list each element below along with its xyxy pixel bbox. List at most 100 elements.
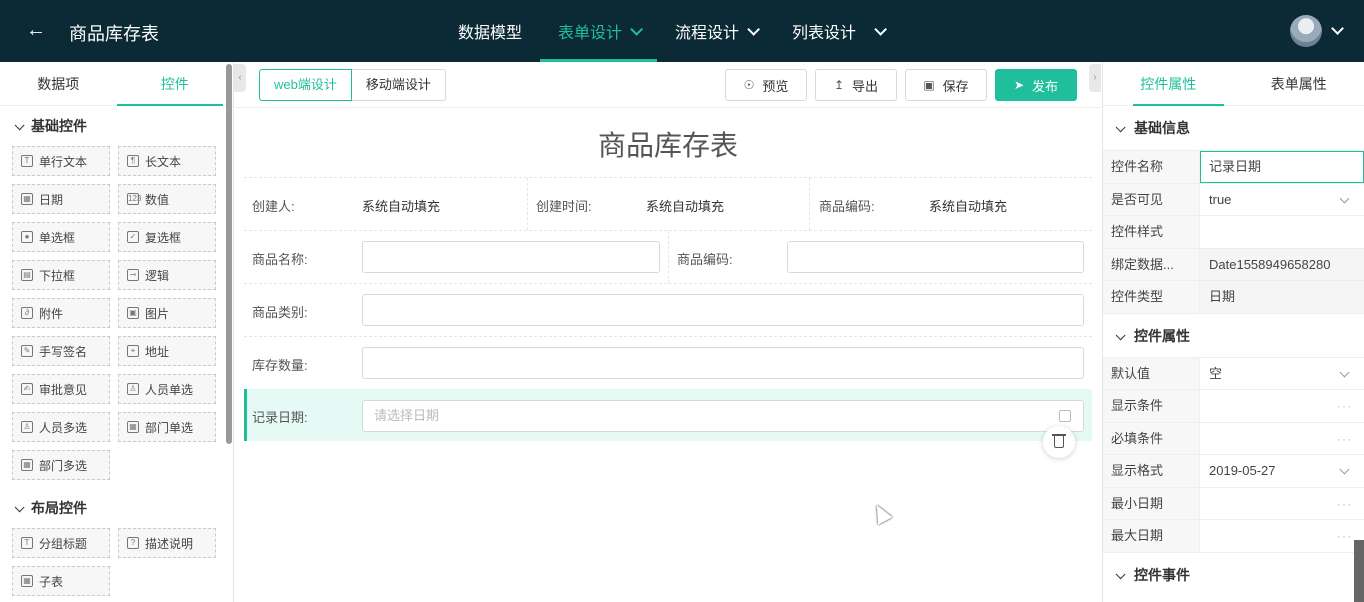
control-type-icon: ▣ xyxy=(127,307,139,319)
control-item[interactable]: T 分组标题 xyxy=(12,528,110,558)
properties-panel: 控件属性 表单属性 基础信息 控件名称 记录日期 是否可见 true 控件样式 绑定数据.… xyxy=(1102,62,1364,602)
eye-icon: ☉ xyxy=(743,78,755,92)
control-item[interactable]: ¶ 长文本 xyxy=(118,146,216,176)
record-date-input[interactable]: 请选择日期 xyxy=(362,400,1084,432)
product-code-input[interactable] xyxy=(787,241,1084,273)
control-item[interactable]: ⌖ 地址 xyxy=(118,336,216,366)
control-label: 人员多选 xyxy=(39,420,88,435)
back-arrow-icon[interactable]: ← xyxy=(26,20,46,40)
layout-controls-header[interactable]: 布局控件 xyxy=(0,488,233,528)
property-value[interactable]: 记录日期 xyxy=(1200,151,1364,183)
more-icon[interactable]: ··· xyxy=(1337,520,1352,552)
control-item[interactable]: ● 单选框 xyxy=(12,222,110,252)
control-item[interactable]: ✓ 复选框 xyxy=(118,222,216,252)
control-item[interactable]: T 单行文本 xyxy=(12,146,110,176)
property-value[interactable]: 2019-05-27 xyxy=(1200,455,1364,487)
stock-input[interactable] xyxy=(362,347,1084,379)
tab-control-properties[interactable]: 控件属性 xyxy=(1103,62,1234,106)
basic-controls-header[interactable]: 基础控件 xyxy=(0,106,233,146)
control-item[interactable]: ▦ 子表 xyxy=(12,566,110,596)
more-icon[interactable]: ··· xyxy=(1337,423,1352,455)
property-key: 控件样式 xyxy=(1103,216,1200,248)
nav-list-design[interactable]: 列表设计 xyxy=(774,0,901,62)
control-item[interactable]: ♙ 人员单选 xyxy=(118,374,216,404)
control-type-icon: T xyxy=(21,537,33,549)
nav-flow-design[interactable]: 流程设计 xyxy=(657,0,774,62)
web-design-button[interactable]: web端设计 xyxy=(259,69,352,101)
save-button[interactable]: ▣ 保存 xyxy=(905,69,987,101)
layout-controls-grid: T 分组标题 ? 描述说明 ▦ 子表 xyxy=(0,528,233,596)
more-icon[interactable]: ··· xyxy=(1337,488,1352,520)
property-value[interactable]: ··· xyxy=(1200,488,1364,520)
avatar[interactable] xyxy=(1290,15,1322,47)
section-title: 基础控件 xyxy=(31,118,87,134)
control-type-icon: ∂ xyxy=(21,307,33,319)
property-value[interactable] xyxy=(1200,216,1364,248)
export-button[interactable]: ↥ 导出 xyxy=(815,69,897,101)
chevron-down-icon xyxy=(1339,367,1350,377)
control-properties-table: 默认值空显示条件 ··· 必填条件 ··· 显示格式 2019-05-27 最小日期 ··· 最… xyxy=(1103,356,1364,552)
property-value[interactable]: 空 xyxy=(1200,358,1364,390)
control-events-header[interactable]: 控件事件 xyxy=(1103,551,1364,596)
property-key: 控件名称 xyxy=(1103,151,1200,183)
control-item[interactable]: ▦ 日期 xyxy=(12,184,110,214)
control-item[interactable]: ✍ 审批意见 xyxy=(12,374,110,404)
control-item[interactable]: ✎ 手写签名 xyxy=(12,336,110,366)
left-scrollbar[interactable] xyxy=(226,64,232,444)
property-value[interactable]: Date1558949658280 xyxy=(1200,248,1364,280)
control-item[interactable]: 123 数值 xyxy=(118,184,216,214)
property-value[interactable]: ··· xyxy=(1200,423,1364,455)
property-value-text: Date1558949658280 xyxy=(1209,256,1331,272)
property-row: 绑定数据... Date1558949658280 xyxy=(1103,247,1364,280)
control-item[interactable]: ♙ 人员多选 xyxy=(12,412,110,442)
control-item[interactable]: ▤ 下拉框 xyxy=(12,260,110,290)
creator-value: 系统自动填充 xyxy=(362,199,441,214)
control-item[interactable]: ▦ 部门多选 xyxy=(12,450,110,480)
right-scrollbar[interactable] xyxy=(1354,540,1364,602)
created-time-label: 创建时间: xyxy=(536,199,592,214)
nav-form-design[interactable]: 表单设计 xyxy=(540,0,658,62)
property-value[interactable]: ··· xyxy=(1200,520,1364,552)
control-item[interactable]: ▦ 部门单选 xyxy=(118,412,216,442)
basic-info-table: 控件名称 记录日期 是否可见 true 控件样式 绑定数据... Date155894965… xyxy=(1103,150,1364,313)
property-value[interactable]: 日期 xyxy=(1200,281,1364,313)
control-type-icon: ▦ xyxy=(21,459,33,471)
property-value[interactable]: true xyxy=(1200,184,1364,216)
preview-button[interactable]: ☉ 预览 xyxy=(725,69,807,101)
category-label: 商品类别: xyxy=(252,305,308,320)
property-value-text: 2019-05-27 xyxy=(1209,463,1276,478)
record-date-label: 记录日期: xyxy=(252,410,308,425)
controls-panel: 数据项 控件 基础控件 T 单行文本 ¶ 长文本 ▦ 日期 123 数值 ● 单选框 ✓ 复选框 ▤ 下拉… xyxy=(0,62,234,602)
control-item[interactable]: ▣ 图片 xyxy=(118,298,216,328)
collapse-right-button[interactable]: › xyxy=(1089,64,1101,92)
tab-data-items[interactable]: 数据项 xyxy=(0,62,117,105)
upload-icon: ↥ xyxy=(833,78,845,92)
control-properties-header[interactable]: 控件属性 xyxy=(1103,312,1364,357)
property-value-text: 空 xyxy=(1209,365,1223,381)
control-type-icon: ✎ xyxy=(21,345,33,357)
control-item[interactable]: ∂ 附件 xyxy=(12,298,110,328)
nav-label: 数据模型 xyxy=(458,25,523,42)
control-item[interactable]: ? 描述说明 xyxy=(118,528,216,558)
control-type-icon: ¶ xyxy=(127,155,139,167)
form-row-name: 商品名称: 商品编码: xyxy=(244,230,1092,283)
tab-controls[interactable]: 控件 xyxy=(116,62,234,106)
property-value[interactable]: ··· xyxy=(1200,390,1364,422)
control-item[interactable]: ⊸ 逻辑 xyxy=(118,260,216,290)
send-icon: ➤ xyxy=(1013,78,1025,92)
property-key: 必填条件 xyxy=(1103,422,1200,454)
property-row: 最小日期 ··· xyxy=(1103,486,1364,520)
product-name-input[interactable] xyxy=(362,241,660,273)
control-label: 下拉框 xyxy=(39,268,76,283)
tab-form-properties[interactable]: 表单属性 xyxy=(1234,62,1364,105)
control-label: 部门多选 xyxy=(39,458,88,473)
nav-data-model[interactable]: 数据模型 xyxy=(440,0,540,62)
publish-button[interactable]: ➤ 发布 xyxy=(995,69,1077,101)
category-input[interactable] xyxy=(362,294,1084,326)
basic-info-header[interactable]: 基础信息 xyxy=(1103,106,1364,150)
chevron-down-icon[interactable] xyxy=(1331,22,1344,35)
control-label: 复选框 xyxy=(145,230,182,245)
delete-control-button[interactable] xyxy=(1043,426,1075,458)
mobile-design-button[interactable]: 移动端设计 xyxy=(351,69,446,101)
more-icon[interactable]: ··· xyxy=(1337,390,1352,422)
